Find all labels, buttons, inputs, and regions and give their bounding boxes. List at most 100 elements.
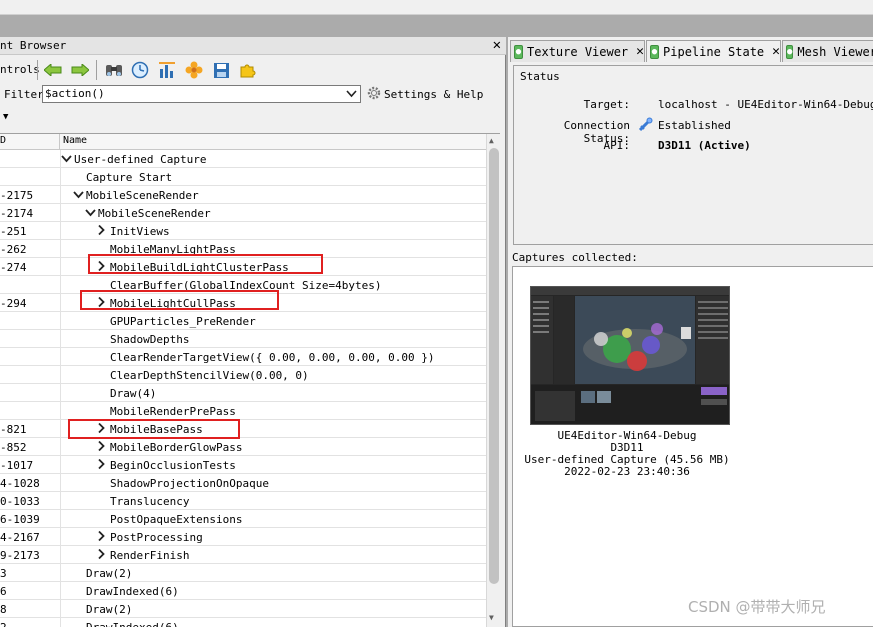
scrollbar-thumb[interactable] (489, 148, 499, 584)
settings-help-label: Settings & Help (384, 88, 484, 101)
event-tree[interactable]: D Name User-defined Capture Capture Start… (0, 133, 500, 627)
tree-row[interactable]: ClearRenderTargetView({ 0.00, 0.00, 0.00… (0, 348, 486, 366)
tab-texture-viewer[interactable]: ● Texture Viewer ✕ (510, 40, 645, 62)
chevron-right-icon[interactable] (97, 422, 105, 437)
tree-row[interactable]: -274 MobileBuildLightClusterPass (0, 258, 486, 276)
event-name: MobileBorderGlowPass (110, 441, 243, 454)
close-icon[interactable]: ✕ (636, 44, 644, 59)
status-title: Status (520, 70, 560, 83)
chevron-right-icon[interactable] (97, 440, 105, 455)
tree-row[interactable]: User-defined Capture (0, 150, 486, 168)
chevron-down-icon[interactable] (73, 188, 84, 203)
puzzle-icon[interactable] (238, 60, 258, 80)
captures-label: Captures collected: (512, 251, 638, 264)
column-divider (60, 492, 61, 510)
event-name: MobileRenderPrePass (110, 405, 236, 418)
event-name: MobileManyLightPass (110, 243, 236, 256)
tree-row[interactable]: MobileRenderPrePass (0, 402, 486, 420)
event-name: PostOpaqueExtensions (110, 513, 243, 526)
tab-mesh-viewer[interactable]: ● Mesh Viewer (782, 40, 873, 62)
column-header-eid[interactable]: D (0, 134, 60, 150)
tree-row[interactable]: 2 DrawIndexed(6) (0, 618, 486, 627)
event-name: GPUParticles_PreRender (110, 315, 256, 328)
scroll-up-icon[interactable]: ▲ (489, 136, 494, 145)
binoculars-icon[interactable] (104, 60, 124, 80)
event-name: BeginOcclusionTests (110, 459, 236, 472)
tree-row[interactable]: ClearDepthStencilView(0.00, 0) (0, 366, 486, 384)
event-name: MobileSceneRender (86, 189, 199, 202)
tree-row[interactable]: 8 Draw(2) (0, 600, 486, 618)
scroll-down-icon[interactable]: ▼ (489, 613, 494, 622)
tree-row[interactable]: 0-1033 Translucency (0, 492, 486, 510)
event-id: 6 (0, 585, 7, 598)
tree-row[interactable]: -2175 MobileSceneRender (0, 186, 486, 204)
timeline-bars-icon[interactable] (157, 60, 177, 80)
close-icon[interactable]: ✕ (772, 44, 780, 59)
chevron-down-icon[interactable] (61, 152, 72, 167)
event-id: -1017 (0, 459, 34, 472)
tree-row[interactable]: ClearBuffer(GlobalIndexCount Size=4bytes… (0, 276, 486, 294)
chevron-down-icon[interactable] (85, 206, 96, 221)
event-id: 2 (0, 621, 58, 627)
column-divider (60, 456, 61, 474)
vertical-scrollbar[interactable]: ▲ ▼ (486, 134, 500, 627)
tree-row[interactable]: GPUParticles_PreRender (0, 312, 486, 330)
event-id: -262 (0, 243, 27, 256)
tab-label: Texture Viewer (527, 44, 629, 59)
column-divider (60, 276, 61, 294)
chevron-right-icon[interactable] (97, 224, 105, 239)
tree-row[interactable]: 4-2167 PostProcessing (0, 528, 486, 546)
column-divider (60, 474, 61, 492)
settings-help-button[interactable]: Settings & Help (367, 86, 483, 103)
tab-viewer-icon: ● (514, 44, 524, 59)
event-id: -2174 (0, 207, 34, 220)
tree-row[interactable]: 3 Draw(2) (0, 564, 486, 582)
capture-thumbnail[interactable] (530, 286, 730, 425)
event-browser-title: nt Browser (0, 39, 67, 52)
tree-row[interactable]: 6-1039 PostOpaqueExtensions (0, 510, 486, 528)
event-id: 4-1028 (0, 477, 40, 490)
close-icon[interactable]: ✕ (493, 37, 501, 53)
tree-row[interactable]: -1017 BeginOcclusionTests (0, 456, 486, 474)
tree-row[interactable]: -852 MobileBorderGlowPass (0, 438, 486, 456)
tree-row[interactable]: -251 InitViews (0, 222, 486, 240)
event-name: DrawIndexed(6) (86, 585, 179, 598)
tree-row[interactable]: ShadowDepths (0, 330, 486, 348)
tab-viewer-icon: ● (786, 44, 794, 59)
target-key: Target: (583, 98, 630, 111)
event-name: MobileSceneRender (98, 207, 211, 220)
tree-row[interactable]: -262 MobileManyLightPass (0, 240, 486, 258)
clock-icon[interactable] (130, 60, 150, 80)
tree-row[interactable]: -294 MobileLightCullPass (0, 294, 486, 312)
save-icon[interactable] (211, 60, 231, 80)
tree-row[interactable]: Draw(4) (0, 384, 486, 402)
column-divider (60, 330, 61, 348)
chevron-right-icon[interactable] (97, 260, 105, 275)
event-id: 0-1033 (0, 495, 40, 508)
captures-list[interactable]: UE4Editor-Win64-Debug D3D11 User-defined… (512, 266, 873, 627)
chevron-right-icon[interactable] (97, 548, 105, 563)
tree-row[interactable]: Capture Start (0, 168, 486, 186)
flower-icon[interactable] (184, 60, 204, 80)
tree-row[interactable]: -821 MobileBasePass (0, 420, 486, 438)
column-divider (60, 186, 61, 204)
collapse-toggle-icon[interactable]: ▼ (3, 112, 8, 122)
tree-row[interactable]: -2174 MobileSceneRender (0, 204, 486, 222)
tree-row[interactable]: 9-2173 RenderFinish (0, 546, 486, 564)
chevron-down-icon[interactable] (346, 86, 357, 103)
filter-input[interactable]: $action() (42, 85, 361, 103)
arrow-right-icon[interactable] (70, 60, 90, 80)
event-id: 9-2173 (0, 549, 40, 562)
column-header-name[interactable]: Name (63, 135, 87, 146)
event-id: 8 (0, 603, 7, 616)
arrow-left-icon[interactable] (43, 60, 63, 80)
chevron-right-icon[interactable] (97, 296, 105, 311)
column-divider (60, 240, 61, 258)
tree-row[interactable]: 4-1028 ShadowProjectionOnOpaque (0, 474, 486, 492)
column-divider (60, 546, 61, 564)
chevron-right-icon[interactable] (97, 530, 105, 545)
tree-row[interactable]: 6 DrawIndexed(6) (0, 582, 486, 600)
chevron-right-icon[interactable] (97, 458, 105, 473)
event-name: Translucency (110, 495, 190, 508)
tab-pipeline-state[interactable]: ● Pipeline State ✕ (646, 40, 781, 62)
